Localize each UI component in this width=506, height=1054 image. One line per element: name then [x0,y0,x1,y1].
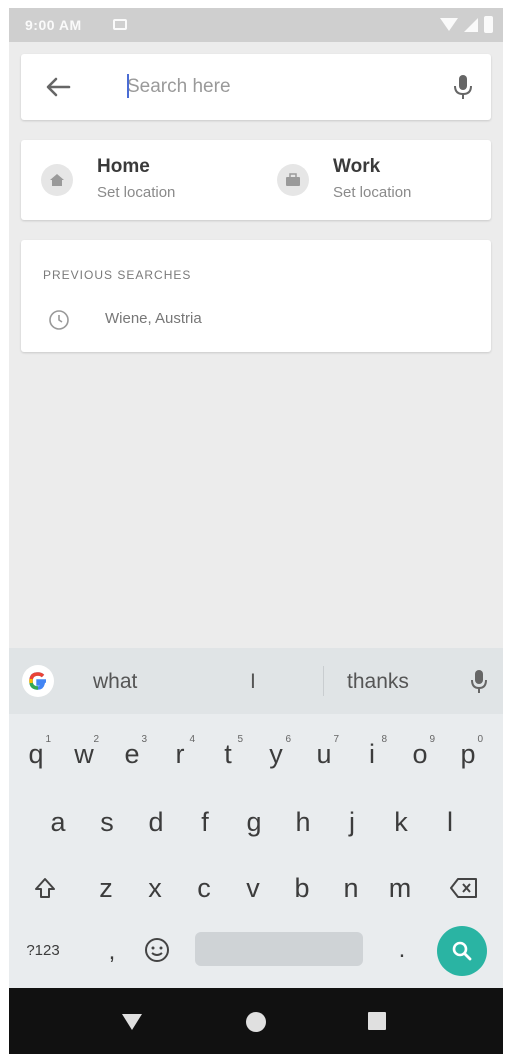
key-hint: 9 [429,734,435,745]
key-a[interactable]: a [35,798,81,846]
key-label: i [369,738,375,769]
google-g-icon[interactable] [21,664,55,698]
key-d[interactable]: d [133,798,179,846]
search-bar [21,54,491,120]
key-q[interactable]: q1 [13,730,59,778]
home-subtitle: Set location [97,184,176,201]
previous-search-item[interactable]: Wiene, Austria [21,300,491,340]
key-w[interactable]: w2 [61,730,107,778]
suggestion-divider [323,666,324,696]
suggestion-3[interactable]: thanks [347,670,409,694]
emoji-key[interactable] [135,926,179,974]
key-hint: 2 [93,734,99,745]
key-m[interactable]: m [377,864,423,912]
search-icon [452,941,472,961]
key-hint: 6 [285,734,291,745]
key-x[interactable]: x [132,864,178,912]
key-label: r [175,738,185,769]
key-z[interactable]: z [83,864,129,912]
key-hint: 8 [381,734,387,745]
previous-searches-heading: PREVIOUS SEARCHES [43,268,192,282]
suggestion-strip: what I thanks [9,648,503,714]
key-hint: 7 [333,734,339,745]
key-label: o [412,738,428,769]
nav-recents-icon[interactable] [368,1012,386,1030]
key-b[interactable]: b [279,864,325,912]
key-label: w [74,738,94,769]
cell-signal-icon [464,17,478,32]
key-l[interactable]: l [427,798,473,846]
key-j[interactable]: j [329,798,375,846]
navigation-bar [9,988,503,1054]
notification-icon [113,19,127,30]
emoji-icon [145,938,169,962]
search-input[interactable] [127,72,427,102]
work-subtitle: Set location [333,184,412,201]
key-label: q [28,738,44,769]
key-k[interactable]: k [378,798,424,846]
nav-home-icon[interactable] [246,1012,266,1032]
previous-searches-card: PREVIOUS SEARCHES Wiene, Austria [21,240,491,352]
soft-keyboard: what I thanks q1w2e3r4t5y6u7i8o9p0 asdfg… [9,648,503,988]
briefcase-icon [277,164,309,196]
home-title: Home [97,156,150,177]
keyboard-mic-icon[interactable] [469,666,489,696]
saved-places-card: Home Set location Work Set location [21,140,491,220]
key-c[interactable]: c [181,864,227,912]
history-clock-icon [49,310,69,330]
key-hint: 3 [141,734,147,745]
key-g[interactable]: g [231,798,277,846]
key-o[interactable]: o9 [397,730,443,778]
status-bar: 9:00 AM [9,8,503,42]
work-title: Work [333,156,381,177]
key-i[interactable]: i8 [349,730,395,778]
status-time: 9:00 AM [25,17,82,33]
key-r[interactable]: r4 [157,730,203,778]
key-v[interactable]: v [230,864,276,912]
key-u[interactable]: u7 [301,730,347,778]
text-caret [127,74,129,98]
key-hint: 5 [237,734,243,745]
key-s[interactable]: s [84,798,130,846]
key-label: p [460,738,476,769]
screen: 9:00 AM Home Set location [9,8,503,1054]
key-t[interactable]: t5 [205,730,251,778]
comma-key[interactable]: , [97,928,127,976]
key-y[interactable]: y6 [253,730,299,778]
wifi-icon [440,18,458,31]
battery-icon [484,16,493,33]
shift-key[interactable] [23,864,67,912]
nav-back-icon[interactable] [122,1014,142,1030]
back-arrow-icon[interactable] [43,73,73,101]
key-e[interactable]: e3 [109,730,155,778]
backspace-key[interactable] [439,864,489,912]
previous-search-label: Wiene, Austria [105,310,202,327]
voice-search-icon[interactable] [451,72,475,102]
key-hint: 4 [189,734,195,745]
home-icon [41,164,73,196]
work-place[interactable]: Work Set location [257,140,487,220]
suggestion-2[interactable]: I [250,670,256,694]
backspace-icon [450,878,477,898]
key-n[interactable]: n [328,864,374,912]
key-hint: 0 [477,734,483,745]
key-hint: 1 [45,734,51,745]
system-icons [440,16,493,33]
key-h[interactable]: h [280,798,326,846]
shift-icon [35,878,55,898]
suggestion-1[interactable]: what [93,670,137,694]
keyboard-search-key[interactable] [437,926,487,976]
space-key[interactable] [195,932,363,966]
key-label: t [224,738,232,769]
key-p[interactable]: p0 [445,730,491,778]
symbols-key[interactable]: ?123 [15,926,71,974]
key-label: y [269,738,283,769]
key-label: u [316,738,332,769]
key-f[interactable]: f [182,798,228,846]
key-label: e [124,738,140,769]
home-place[interactable]: Home Set location [21,140,251,220]
period-key[interactable]: . [387,926,417,974]
